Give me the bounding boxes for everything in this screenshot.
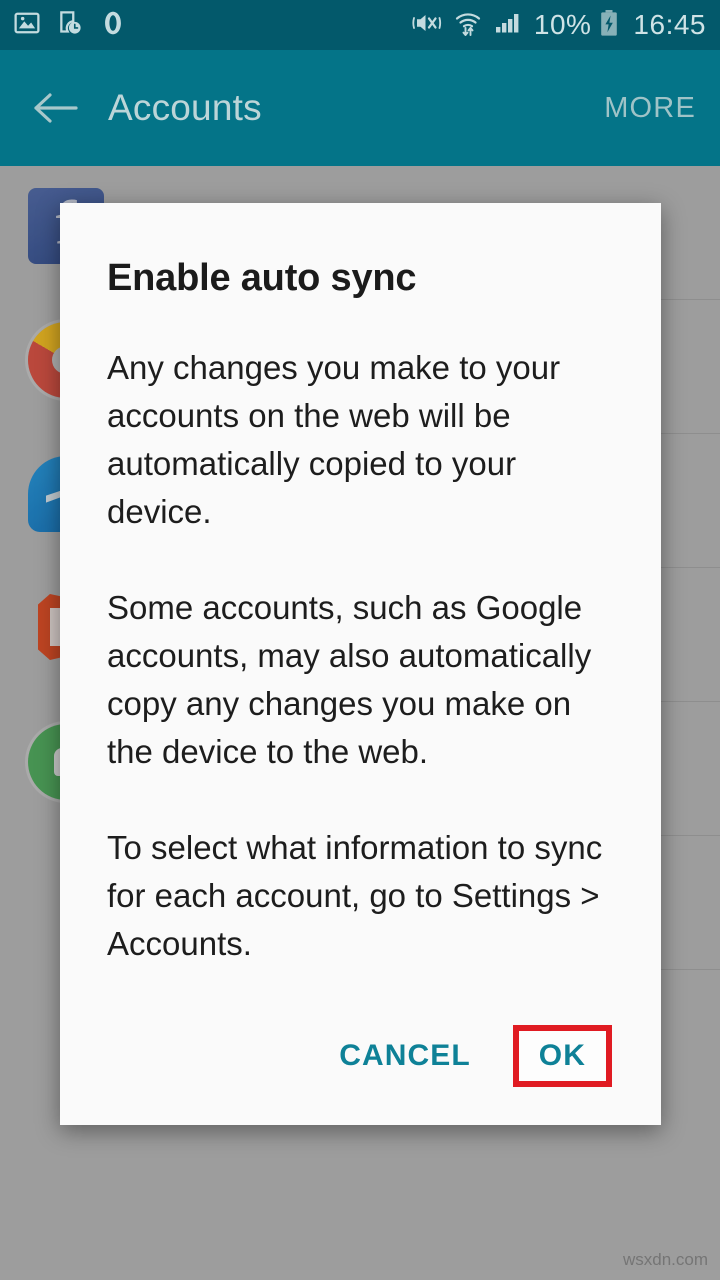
phone-screen: 10% 16:45 Accounts MORE f Enable auto sy… <box>0 0 720 1280</box>
screenshot-icon <box>14 10 40 41</box>
device-clock-icon <box>57 10 83 41</box>
status-bar: 10% 16:45 <box>0 0 720 50</box>
battery-percent-label: 10% <box>533 9 592 40</box>
opera-logo-icon <box>100 10 126 41</box>
clock-label: 16:45 <box>633 9 706 40</box>
dialog-message: Any changes you make to your accounts on… <box>107 344 615 1025</box>
dialog-paragraph-1: Any changes you make to your accounts on… <box>107 348 561 530</box>
dialog-actions: CANCEL OK <box>107 1025 615 1125</box>
ok-button[interactable]: OK <box>512 1025 612 1087</box>
enable-auto-sync-dialog: Enable auto sync Any changes you make to… <box>60 203 661 1125</box>
dialog-title: Enable auto sync <box>107 257 417 299</box>
signal-bars-icon <box>494 10 522 41</box>
status-bar-right-icons: 10% 16:45 <box>412 9 706 42</box>
cancel-button[interactable]: CANCEL <box>327 1029 483 1083</box>
wifi-transfer-icon <box>454 10 482 41</box>
dialog-paragraph-2: Some accounts, such as Google accounts, … <box>107 588 592 770</box>
page-title: Accounts <box>108 87 262 128</box>
app-bar: Accounts MORE <box>0 50 720 166</box>
dialog-paragraph-3: To select what information to sync for e… <box>107 828 603 962</box>
arrow-left-icon <box>34 93 78 123</box>
status-bar-left-icons <box>14 10 126 41</box>
watermark: wsxdn.com <box>622 1250 708 1269</box>
battery-charging-icon <box>599 9 619 42</box>
mute-vibrate-icon <box>412 10 442 41</box>
more-button[interactable]: MORE <box>604 92 696 125</box>
back-button[interactable] <box>26 79 84 137</box>
